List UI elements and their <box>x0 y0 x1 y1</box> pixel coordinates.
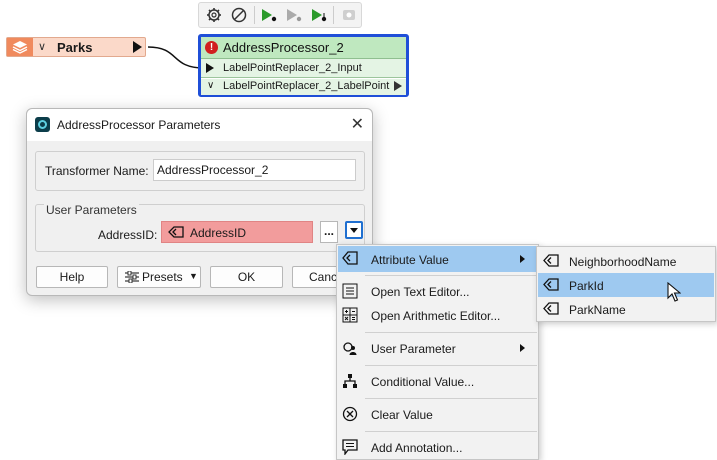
address-id-value: AddressID <box>190 226 247 240</box>
run-disabled-icon <box>281 4 306 26</box>
disable-icon[interactable] <box>227 4 252 26</box>
submenu-item-parkname[interactable]: ParkName <box>538 297 714 321</box>
submenu-item-label: NeighborhoodName <box>569 255 677 269</box>
output-port-icon[interactable] <box>133 41 142 53</box>
chevron-down-icon[interactable]: ∨ <box>207 80 214 91</box>
menu-item-attribute-value[interactable]: Attribute Value <box>338 246 537 272</box>
menu-item-user-parameter[interactable]: User Parameter <box>338 335 537 361</box>
calculator-icon <box>342 307 358 323</box>
toolbar-separator <box>333 6 335 24</box>
attribute-icon <box>342 251 358 267</box>
presets-button[interactable]: Presets ▼ <box>117 266 201 288</box>
output-port-icon[interactable] <box>394 81 402 91</box>
transformer-name-input[interactable]: AddressProcessor_2 <box>153 159 356 181</box>
user-parameters-title: User Parameters <box>44 203 139 217</box>
run-from-this-icon[interactable] <box>306 4 331 26</box>
menu-item-clear-value[interactable]: Clear Value <box>338 401 537 427</box>
submenu-item-label: ParkName <box>569 303 626 317</box>
input-port-row[interactable]: LabelPointReplacer_2_Input <box>201 59 406 78</box>
address-id-field[interactable]: AddressID <box>161 221 313 243</box>
annotation-icon <box>342 439 358 456</box>
menu-item-add-annotation[interactable]: Add Annotation... <box>338 434 537 460</box>
attribute-icon <box>168 226 184 241</box>
close-icon[interactable]: ✕ <box>351 114 364 134</box>
transformer-name-label: Transformer Name: <box>45 164 149 178</box>
menu-separator <box>365 398 537 399</box>
menu-item-label: Add Annotation... <box>371 441 463 455</box>
app-icon <box>35 117 50 132</box>
mouse-cursor-icon <box>667 282 681 302</box>
output-port-label: LabelPointReplacer_2_LabelPoint <box>223 80 390 92</box>
submenu-item-label: ParkId <box>569 279 604 293</box>
submenu-item-neighborhoodname[interactable]: NeighborhoodName <box>538 249 714 273</box>
run-to-this-icon[interactable] <box>257 4 282 26</box>
reader-name: Parks <box>57 40 93 55</box>
transformer-addressprocessor[interactable]: ! AddressProcessor_2 LabelPointReplacer_… <box>198 34 409 97</box>
user-parameters-group: User Parameters AddressID: AddressID ... <box>35 203 365 252</box>
help-button[interactable]: Help <box>36 266 108 288</box>
menu-item-label: Open Text Editor... <box>371 285 470 299</box>
menu-separator <box>365 275 537 276</box>
text-editor-icon <box>342 283 358 299</box>
dialog-titlebar[interactable]: AddressProcessor Parameters ✕ <box>27 109 372 141</box>
input-port-icon <box>206 63 214 73</box>
attribute-icon <box>543 302 559 318</box>
transformer-header[interactable]: ! AddressProcessor_2 <box>201 37 406 59</box>
parameters-dialog: AddressProcessor Parameters ✕ Transforme… <box>26 108 373 296</box>
submenu-item-parkid[interactable]: ParkId <box>538 273 714 297</box>
menu-item-label: Open Arithmetic Editor... <box>371 309 501 323</box>
toolbar-separator <box>253 6 255 24</box>
error-icon: ! <box>205 41 218 54</box>
transformer-toolbar <box>198 2 362 28</box>
presets-sliders-icon <box>125 271 139 283</box>
presets-label: Presets <box>142 270 183 284</box>
menu-item-label: Clear Value <box>371 408 433 422</box>
menu-item-conditional-value[interactable]: Conditional Value... <box>338 368 537 394</box>
ellipsis-button[interactable]: ... <box>320 221 338 243</box>
chevron-down-icon[interactable]: ∨ <box>38 40 46 53</box>
ok-button[interactable]: OK <box>210 266 283 288</box>
menu-item-open-text-editor[interactable]: Open Text Editor... <box>338 278 537 304</box>
chevron-down-icon: ▼ <box>189 271 198 281</box>
inspect-icon <box>336 4 361 26</box>
input-port-label: LabelPointReplacer_2_Input <box>223 62 362 74</box>
param-dropdown-button[interactable] <box>345 221 363 239</box>
reader-layers-icon <box>7 38 33 56</box>
submenu-arrow-icon <box>520 344 525 352</box>
clear-icon <box>342 406 358 422</box>
transformer-name-group: Transformer Name: AddressProcessor_2 <box>35 151 365 191</box>
param-label: AddressID: <box>98 228 158 242</box>
dialog-title: AddressProcessor Parameters <box>57 118 221 132</box>
menu-item-label: Conditional Value... <box>371 375 475 389</box>
context-menu: Attribute Value Open Text Editor... Open… <box>336 244 539 460</box>
transformer-title: AddressProcessor_2 <box>223 40 344 55</box>
menu-separator <box>365 332 537 333</box>
gear-icon[interactable] <box>202 4 227 26</box>
attribute-icon <box>543 278 559 294</box>
attribute-submenu: NeighborhoodName ParkId ParkName <box>536 246 716 322</box>
user-parameter-icon <box>342 340 358 356</box>
menu-separator <box>365 365 537 366</box>
menu-item-open-arithmetic-editor[interactable]: Open Arithmetic Editor... <box>338 302 537 328</box>
menu-item-label: Attribute Value <box>371 253 449 267</box>
attribute-icon <box>543 254 559 270</box>
conditional-icon <box>342 373 358 389</box>
menu-separator <box>365 431 537 432</box>
menu-item-label: User Parameter <box>371 342 456 356</box>
chevron-down-icon <box>350 228 358 233</box>
output-port-row[interactable]: ∨ LabelPointReplacer_2_LabelPoint <box>201 79 406 95</box>
submenu-arrow-icon <box>520 255 525 263</box>
reader-parks[interactable]: ∨ Parks <box>6 37 146 57</box>
